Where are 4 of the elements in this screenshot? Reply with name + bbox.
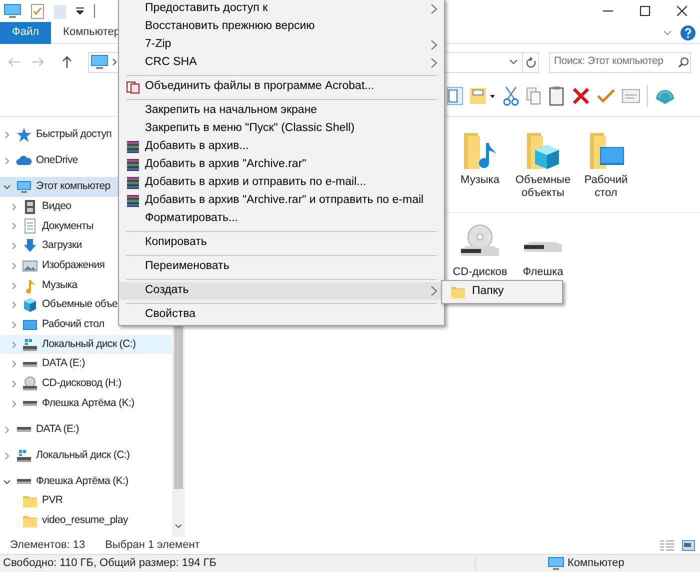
free-space-text: Свободно: 110 ГБ, Общий размер: 194 ГБ (3, 556, 216, 572)
item-count: Элементов: 13 (10, 538, 86, 554)
selection-count: Выбран 1 элемент (105, 538, 200, 554)
location-text: Компьютер (567, 556, 624, 572)
